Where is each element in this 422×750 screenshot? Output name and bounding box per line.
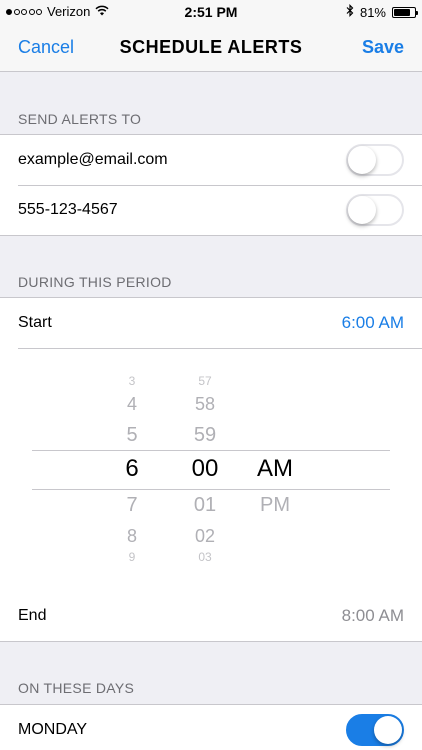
picker-hour-item: 5 [126, 424, 138, 446]
time-picker[interactable]: 3 4 5 6 7 8 9 57 58 59 00 01 02 03 AM PM [0, 348, 422, 591]
period-group: Start 6:00 AM 3 4 5 6 7 8 9 57 58 59 00 … [0, 297, 422, 642]
ampm-picker-column[interactable]: AM PM [245, 348, 305, 591]
picker-minute-item: 02 [194, 526, 216, 546]
picker-hour-item: 4 [126, 394, 137, 414]
save-button[interactable]: Save [362, 37, 404, 58]
end-time-label: End [18, 607, 47, 624]
toggle-knob [348, 146, 376, 174]
picker-ampm-item: PM [260, 494, 290, 516]
picker-minute-item: 03 [198, 550, 212, 564]
selected-ampm: AM [257, 455, 293, 482]
minute-picker-column[interactable]: 57 58 59 00 01 02 03 [174, 348, 236, 591]
picker-hour-item: 8 [126, 526, 137, 546]
picker-minute-item: 58 [194, 394, 216, 414]
alert-recipient-email-label: example@email.com [18, 151, 168, 168]
day-row-monday: MONDAY [0, 705, 422, 750]
days-group: MONDAY [0, 704, 422, 750]
picker-hour-item: 7 [126, 494, 138, 516]
battery-icon [392, 6, 418, 18]
start-time-row[interactable]: Start 6:00 AM [0, 298, 422, 348]
email-alert-toggle[interactable] [346, 144, 404, 176]
picker-hour-item: 9 [128, 550, 136, 564]
picker-minute-item: 57 [198, 374, 212, 388]
battery-fill [394, 8, 411, 16]
hour-picker-column[interactable]: 3 4 5 6 7 8 9 [102, 348, 162, 591]
end-time-row[interactable]: End 8:00 AM [0, 591, 422, 641]
send-alerts-group: example@email.com 555-123-4567 [0, 134, 422, 236]
picker-minute-item: 01 [193, 494, 217, 516]
section-header-period: DURING THIS PERIOD [18, 274, 172, 290]
picker-minute-item: 59 [193, 424, 217, 446]
start-time-value: 6:00 AM [341, 313, 404, 332]
alert-recipient-phone-row: 555-123-4567 [0, 185, 422, 235]
bluetooth-icon [346, 4, 354, 20]
alert-recipient-email-row: example@email.com [0, 135, 422, 185]
section-header-send-alerts: SEND ALERTS TO [18, 111, 142, 127]
status-bar: Verizon 2:51 PM 81% [0, 0, 422, 24]
picker-hour-item: 3 [128, 374, 136, 388]
monday-toggle[interactable] [346, 714, 404, 746]
alert-recipient-phone-label: 555-123-4567 [18, 201, 118, 218]
start-time-label: Start [18, 314, 52, 331]
toggle-knob [374, 716, 402, 744]
status-right: 81% [346, 4, 418, 20]
selected-hour: 6 [125, 455, 139, 482]
selected-minute: 00 [191, 455, 219, 482]
section-header-days: ON THESE DAYS [18, 680, 135, 696]
toggle-knob [348, 196, 376, 224]
end-time-value: 8:00 AM [341, 606, 404, 625]
battery-percent: 81% [359, 4, 386, 20]
page-title: SCHEDULE ALERTS [119, 37, 303, 57]
day-label-monday: MONDAY [18, 721, 88, 738]
nav-bar: Cancel SCHEDULE ALERTS Save [0, 24, 422, 72]
phone-alert-toggle[interactable] [346, 194, 404, 226]
